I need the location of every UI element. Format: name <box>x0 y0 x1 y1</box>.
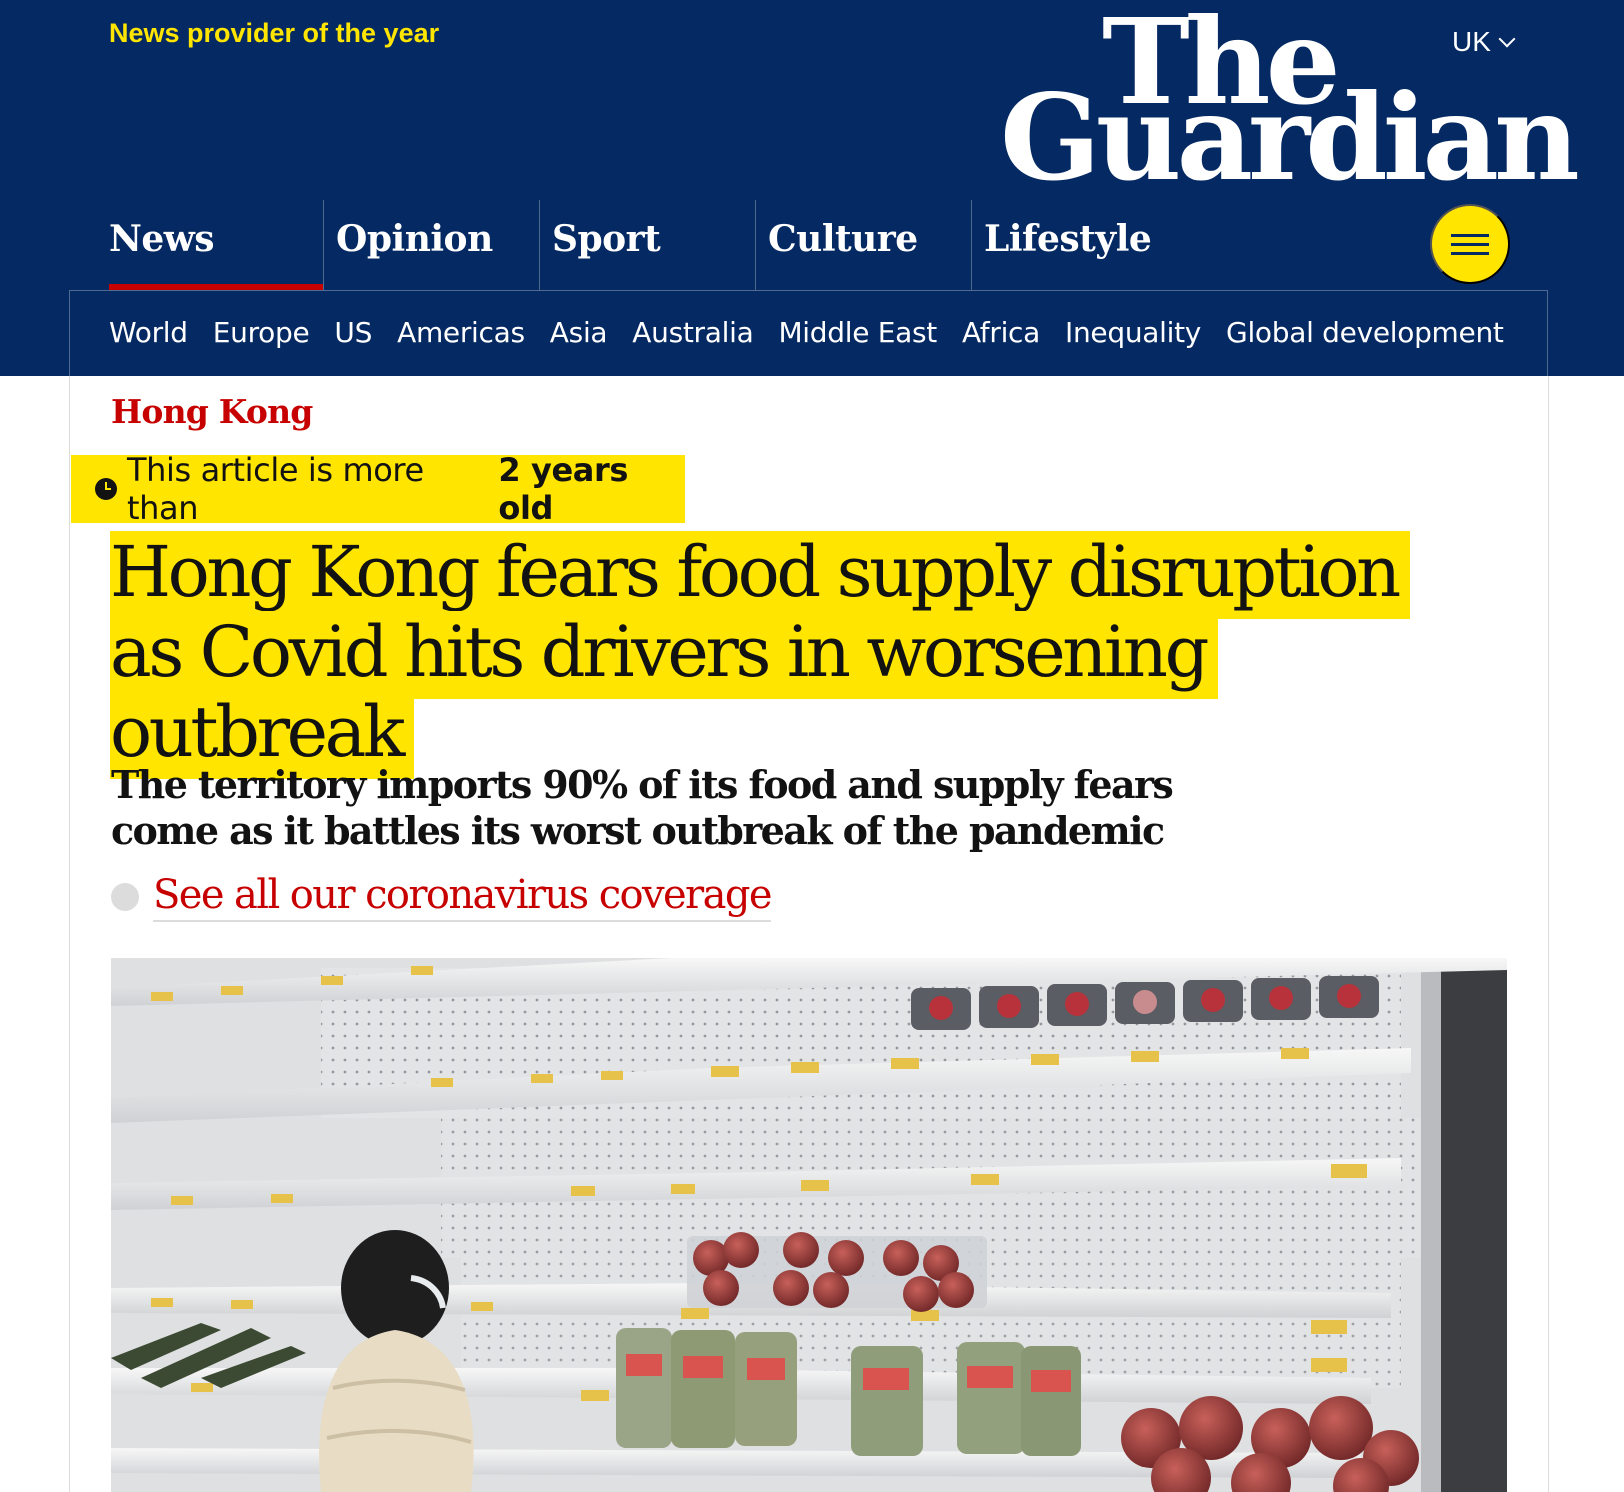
subnav-europe[interactable]: Europe <box>213 316 310 349</box>
pillar-label: Culture <box>768 218 918 260</box>
menu-button[interactable] <box>1430 204 1510 284</box>
pillar-label: Opinion <box>336 218 493 260</box>
masthead: News provider of the year UK The Guardia… <box>0 0 1624 376</box>
article-standfirst: The territory imports 90% of its food an… <box>111 762 1174 853</box>
subnav-inequality[interactable]: Inequality <box>1065 316 1201 349</box>
pillar-opinion[interactable]: Opinion <box>323 200 539 290</box>
content-frame-left <box>69 376 70 1492</box>
subnav-middle-east[interactable]: Middle East <box>778 316 937 349</box>
subnav-australia[interactable]: Australia <box>632 316 753 349</box>
age-warning-age: 2 years old <box>498 451 628 527</box>
pillar-culture[interactable]: Culture <box>755 200 971 290</box>
article-kicker[interactable]: Hong Kong <box>111 392 313 431</box>
clock-icon <box>95 478 117 500</box>
subnav-global-development[interactable]: Global development <box>1226 316 1504 349</box>
article-headline: Hong Kong fears food supply disruption a… <box>110 531 1440 779</box>
subnav: World Europe US Americas Asia Australia … <box>109 316 1504 349</box>
subnav-us[interactable]: US <box>334 316 372 349</box>
content-frame-right <box>1548 376 1549 1492</box>
logo-line-2: Guardian <box>1000 68 1580 207</box>
pillar-sport[interactable]: Sport <box>539 200 755 290</box>
subnav-asia[interactable]: Asia <box>550 316 608 349</box>
coverage-link-row: See all our coronavirus coverage <box>111 872 773 922</box>
subnav-africa[interactable]: Africa <box>962 316 1040 349</box>
pillar-label: Sport <box>552 218 661 260</box>
pillar-label: News <box>109 218 215 260</box>
tagline: News provider of the year <box>109 18 440 48</box>
pillar-lifestyle[interactable]: Lifestyle <box>971 200 1187 290</box>
main-article-photo[interactable] <box>111 958 1507 1492</box>
coverage-link[interactable]: See all our coronavirus coverage <box>153 872 773 922</box>
pillar-label: Lifestyle <box>984 218 1152 260</box>
bullet-dot-icon <box>111 883 139 911</box>
pillar-news[interactable]: News <box>109 200 323 290</box>
subnav-world[interactable]: World <box>109 316 188 349</box>
headline-text: Hong Kong fears food supply disruption a… <box>110 531 1410 779</box>
age-warning: This article is more than 2 years old <box>71 451 685 527</box>
photo-supermarket-empty-shelves <box>111 958 1507 1492</box>
subnav-americas[interactable]: Americas <box>397 316 525 349</box>
age-warning-prefix: This article is more than <box>127 451 424 527</box>
hamburger-icon <box>1451 233 1489 237</box>
guardian-logo[interactable]: The Guardian <box>1000 2 1580 196</box>
